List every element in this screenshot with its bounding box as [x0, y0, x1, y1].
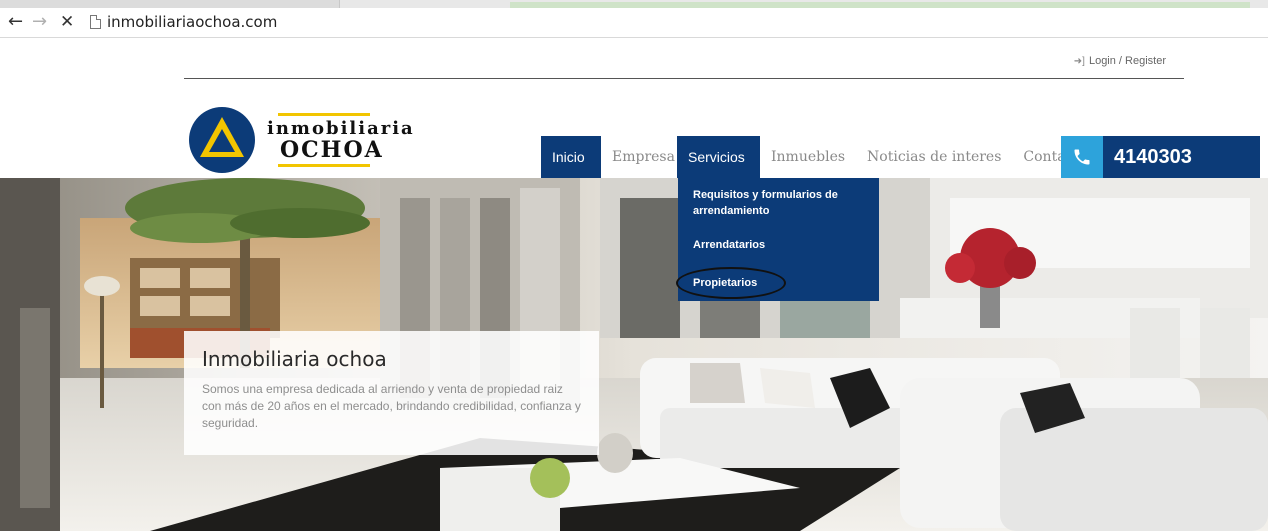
browser-toolbar: ← → ✕ inmobiliariaochoa.com: [0, 0, 1268, 38]
menu-item-inmuebles[interactable]: Inmuebles: [760, 136, 856, 178]
menu-item-servicios[interactable]: Servicios: [677, 136, 760, 178]
browser-tab[interactable]: [0, 0, 340, 8]
hero-description: Somos una empresa dedicada al arriendo y…: [202, 382, 581, 430]
logo-line: [278, 113, 370, 116]
login-register-link[interactable]: ➜] Login / Register: [1074, 55, 1166, 67]
sign-in-icon: ➜]: [1073, 56, 1085, 67]
logo-text-line1: inmobiliaria: [267, 118, 415, 139]
menu-item-noticias[interactable]: Noticias de interes: [856, 136, 1012, 178]
hero-title: Inmobiliaria ochoa: [202, 347, 387, 371]
phone-contact[interactable]: 4140303: [1061, 136, 1260, 178]
stop-icon[interactable]: ✕: [60, 12, 74, 32]
login-label: Login / Register: [1088, 55, 1166, 67]
dropdown-item-requisitos[interactable]: Requisitos y formularios de arrendamient…: [678, 187, 879, 237]
tab-strip: [0, 0, 1268, 8]
back-icon[interactable]: ←: [8, 12, 23, 32]
forward-icon[interactable]: →: [32, 12, 47, 32]
hero-info-card: Inmobiliaria ochoa Somos una empresa ded…: [184, 331, 599, 455]
browser-tab[interactable]: [510, 2, 1250, 8]
logo-text-line2: OCHOA: [280, 137, 384, 163]
servicios-dropdown: Requisitos y formularios de arrendamient…: [676, 178, 879, 301]
divider: [184, 78, 1184, 79]
highlight-circle-annotation: [676, 267, 786, 299]
phone-number: 4140303: [1114, 146, 1192, 168]
phone-icon: [1061, 136, 1103, 178]
address-bar[interactable]: inmobiliariaochoa.com: [107, 13, 277, 31]
page-icon: [90, 15, 101, 29]
main-menu: Inicio Empresa Servicios Inmuebles Notic…: [541, 136, 1098, 178]
logo-emblem[interactable]: [189, 107, 255, 173]
logo-line: [278, 164, 370, 167]
menu-item-empresa[interactable]: Empresa: [601, 136, 677, 178]
dropdown-item-propietarios[interactable]: Propietarios: [676, 267, 879, 299]
menu-item-inicio[interactable]: Inicio: [541, 136, 601, 178]
